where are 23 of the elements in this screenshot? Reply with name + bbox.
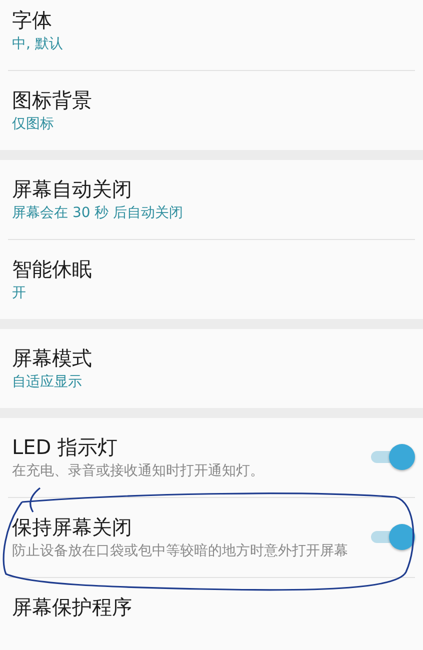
setting-value: 防止设备放在口袋或包中等较暗的地方时意外打开屏幕 bbox=[12, 542, 349, 561]
setting-title: LED 指示灯 bbox=[12, 434, 119, 461]
settings-item[interactable]: 屏幕模式 自适应显示 bbox=[0, 329, 423, 408]
setting-title: 图标背景 bbox=[12, 87, 93, 114]
settings-item[interactable]: 字体 中, 默认 bbox=[0, 0, 423, 70]
setting-value: 开 bbox=[12, 284, 27, 303]
settings-item[interactable]: 图标背景 仅图标 bbox=[0, 71, 423, 150]
settings-item[interactable]: 屏幕保护程序 bbox=[0, 578, 423, 637]
settings-item[interactable]: 屏幕自动关闭 屏幕会在 30 秒 后自动关闭 bbox=[0, 160, 423, 239]
setting-title: 字体 bbox=[12, 7, 53, 34]
setting-value: 自适应显示 bbox=[12, 373, 83, 392]
setting-title: 保持屏幕关闭 bbox=[12, 514, 133, 541]
setting-title: 屏幕模式 bbox=[12, 345, 93, 372]
setting-title: 屏幕自动关闭 bbox=[12, 176, 133, 203]
settings-item[interactable]: LED 指示灯 在充电、录音或接收通知时打开通知灯。 bbox=[0, 418, 423, 497]
setting-title: 智能休眠 bbox=[12, 256, 93, 283]
setting-value: 在充电、录音或接收通知时打开通知灯。 bbox=[12, 462, 265, 481]
setting-title: 屏幕保护程序 bbox=[12, 594, 133, 621]
settings-item[interactable]: 智能休眠 开 bbox=[0, 240, 423, 319]
settings-item[interactable]: 保持屏幕关闭 防止设备放在口袋或包中等较暗的地方时意外打开屏幕 bbox=[0, 498, 423, 577]
setting-value: 仅图标 bbox=[12, 115, 55, 134]
setting-value: 中, 默认 bbox=[12, 35, 64, 54]
setting-value: 屏幕会在 30 秒 后自动关闭 bbox=[12, 204, 184, 223]
